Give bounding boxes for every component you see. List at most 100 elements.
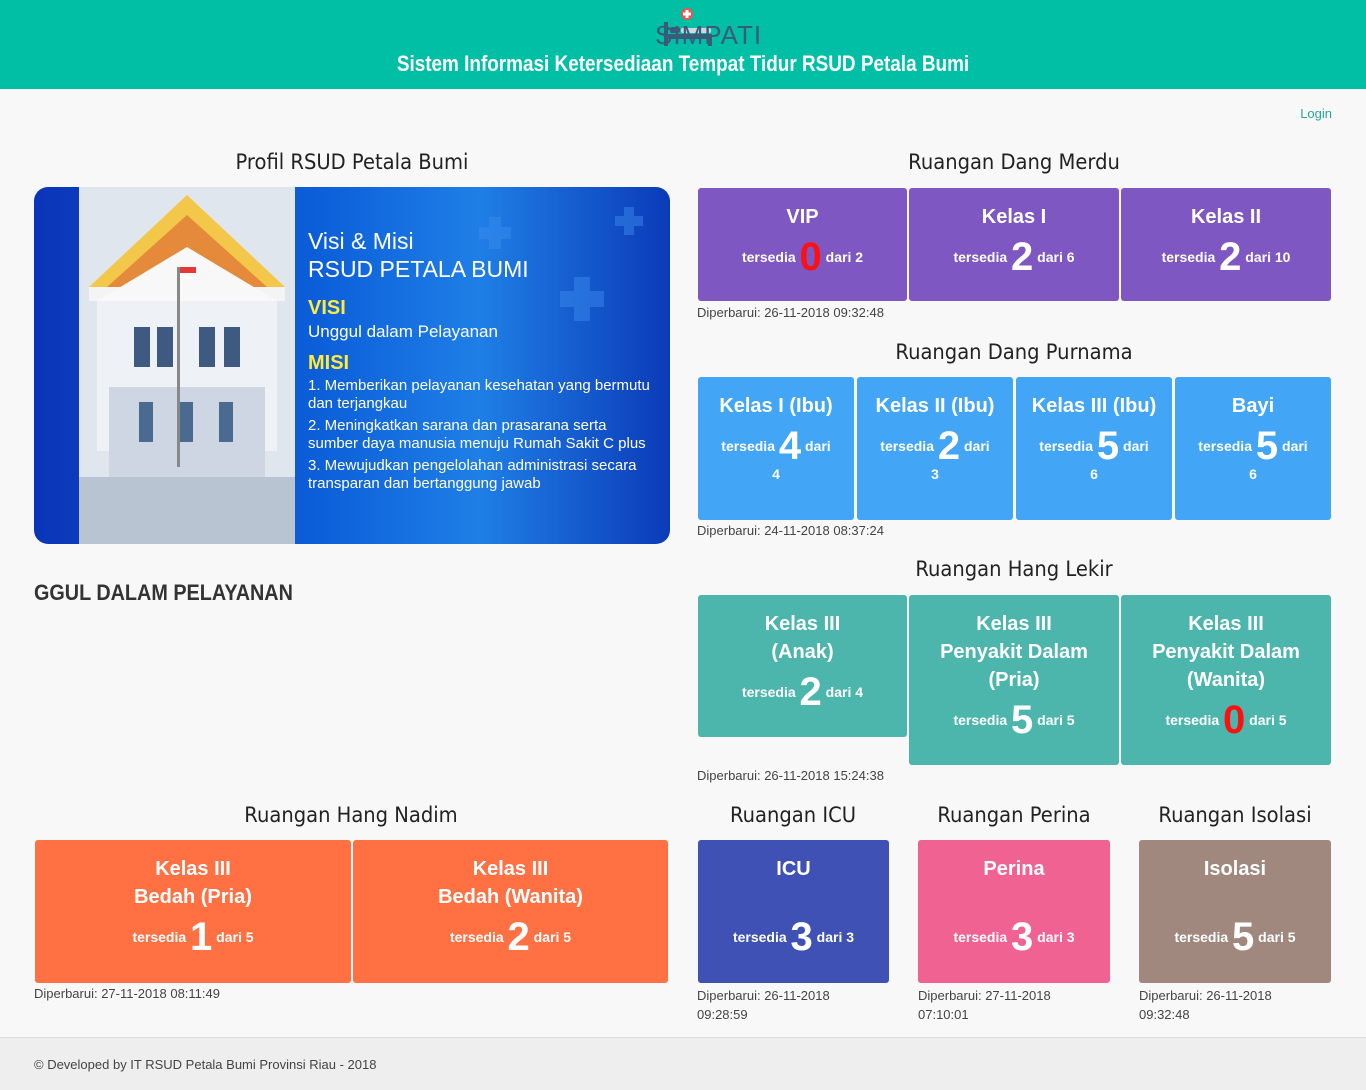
available-count: 5: [1255, 424, 1279, 468]
availability: tersedia 2 dari 4: [698, 672, 907, 712]
section-title-hang-nadim: Ruangan Hang Nadim: [244, 803, 458, 827]
visi-text: Unggul dalam Pelayanan: [308, 322, 498, 341]
availability: tersedia 5 dari 5: [909, 700, 1119, 740]
updated-timestamp: Diperbarui: 27-11-2018 07:10:01: [918, 986, 1051, 1024]
room-card: ICU tersedia 3 dari 3: [698, 840, 889, 983]
room-name: Isolasi: [1203, 858, 1267, 880]
room-card: Kelas III Penyakit Dalam (Pria) tersedia …: [909, 595, 1119, 765]
room-card: Kelas II (Ibu) tersedia 2 dari 3: [857, 377, 1013, 520]
available-count: 2: [799, 670, 822, 714]
section-title-dang-merdu: Ruangan Dang Merdu: [908, 150, 1120, 174]
available-count: 2: [937, 424, 961, 468]
visi-misi-text: Visi & Misi RSUD PETALA BUMI VISI Unggul…: [308, 227, 658, 493]
room-name: Kelas III Penyakit Dalam (Wanita): [1152, 613, 1300, 691]
profile-banner-image: Visi & Misi RSUD PETALA BUMI VISI Unggul…: [34, 187, 670, 544]
updated-time: 09:28:59: [697, 1007, 748, 1022]
total-count: dari 5: [1245, 712, 1287, 728]
available-label: tersedia: [1165, 712, 1224, 728]
total-count: 6: [1249, 466, 1257, 483]
available-count: 5: [1232, 915, 1255, 959]
available-label: tersedia: [1174, 929, 1233, 945]
misi-item: 1. Memberikan pelayanan kesehatan yang b…: [308, 377, 650, 412]
total-count: dari 5: [1033, 712, 1075, 728]
availability: tersedia 0 dari 2: [698, 237, 907, 277]
room-name: Kelas I (Ibu): [719, 395, 833, 417]
available-count: 5: [1011, 698, 1034, 742]
room-name: Kelas III (Anak): [764, 613, 841, 663]
room-card: Kelas III (Anak) tersedia 2 dari 4: [698, 595, 907, 737]
availability: tersedia 0 dari 5: [1121, 700, 1331, 740]
updated-date: Diperbarui: 26-11-2018: [697, 988, 830, 1003]
room-name: Kelas I: [981, 206, 1047, 228]
availability: tersedia 3 dari 3: [918, 917, 1110, 957]
room-card: Bayi tersedia 5 dari 6: [1175, 377, 1331, 520]
room-name: Kelas III Bedah (Wanita): [438, 858, 583, 908]
of-label: dari: [801, 438, 831, 454]
availability: tersedia 2 dari: [857, 426, 1013, 466]
availability: tersedia 2 dari 10: [1121, 237, 1331, 277]
availability: tersedia 5 dari 5: [1139, 917, 1331, 957]
total-count: dari 6: [1033, 249, 1075, 265]
available-label: tersedia: [880, 438, 938, 454]
room-name: Kelas III Penyakit Dalam (Pria): [940, 613, 1088, 691]
total-count: dari 5: [1254, 929, 1296, 945]
room-name: Kelas III (Ibu): [1031, 395, 1157, 417]
updated-date: Diperbarui: 27-11-2018: [918, 988, 1051, 1003]
availability: tersedia 2 dari 5: [353, 917, 668, 957]
updated-timestamp: Diperbarui: 26-11-2018 09:28:59: [697, 986, 830, 1024]
misi-list: 1. Memberikan pelayanan kesehatan yang b…: [308, 377, 658, 493]
total-count: 3: [931, 466, 939, 483]
visi-misi-heading: Visi & Misi: [308, 228, 414, 254]
available-label: tersedia: [953, 249, 1012, 265]
availability: tersedia 5 dari: [1016, 426, 1172, 466]
misi-item: 3. Mewujudkan pengelolahan administrasi …: [308, 457, 637, 492]
updated-timestamp: Diperbarui: 26-11-2018 15:24:38: [697, 768, 884, 783]
app-title: Sistem Informasi Ketersediaan Tempat Tid…: [396, 51, 970, 76]
availability: tersedia 3 dari 3: [698, 917, 889, 957]
visi-label: VISI: [308, 297, 346, 319]
availability: tersedia 1 dari 5: [35, 917, 351, 957]
available-label: tersedia: [732, 929, 791, 945]
available-label: tersedia: [1039, 438, 1097, 454]
room-name: Kelas II (Ibu): [875, 395, 995, 417]
total-count: dari 3: [812, 929, 855, 945]
room-card: Kelas I (Ibu) tersedia 4 dari 4: [698, 377, 854, 520]
of-label: dari: [960, 438, 990, 454]
available-label: tersedia: [449, 929, 508, 945]
room-card: Kelas III (Ibu) tersedia 5 dari 6: [1016, 377, 1172, 520]
app-header: SIMPATI Sistem Informasi Ketersediaan Te…: [0, 0, 1366, 89]
room-card: Kelas III Penyakit Dalam (Wanita) tersedi…: [1121, 595, 1331, 765]
updated-timestamp: Diperbarui: 27-11-2018 08:11:49: [34, 986, 220, 1001]
hospital-name-heading: RSUD PETALA BUMI: [308, 256, 529, 282]
footer-credit: © Developed by IT RSUD Petala Bumi Provi…: [34, 1057, 377, 1072]
login-link[interactable]: Login: [1300, 106, 1332, 121]
profile-title: Profil RSUD Petala Bumi: [235, 150, 469, 174]
available-label: tersedia: [132, 929, 191, 945]
available-count: 2: [1219, 235, 1242, 279]
available-label: tersedia: [1161, 249, 1220, 265]
room-card: Kelas III Bedah (Pria) tersedia 1 dari 5: [35, 840, 351, 983]
available-count: 0: [799, 235, 822, 279]
of-label: dari: [1119, 438, 1149, 454]
total-count: dari 2: [821, 249, 864, 265]
room-card: Kelas III Bedah (Wanita) tersedia 2 dari …: [353, 840, 668, 983]
available-label: tersedia: [953, 929, 1012, 945]
room-name: Kelas II: [1190, 206, 1262, 228]
simpati-logo[interactable]: SIMPATI: [603, 8, 773, 50]
available-label: tersedia: [741, 249, 800, 265]
section-title-dang-purnama: Ruangan Dang Purnama: [895, 340, 1133, 364]
section-title-hang-lekir: Ruangan Hang Lekir: [915, 557, 1113, 581]
section-title-icu: Ruangan ICU: [729, 803, 857, 827]
updated-time: 07:10:01: [918, 1007, 969, 1022]
availability: tersedia 4 dari: [698, 426, 854, 466]
logo-text: SIMPATI: [655, 20, 763, 50]
total-count: 6: [1090, 466, 1098, 483]
room-name: VIP: [786, 206, 819, 228]
total-count: dari 3: [1033, 929, 1075, 945]
total-count: dari 5: [529, 929, 572, 945]
available-count: 2: [1011, 235, 1034, 279]
total-count: 4: [772, 466, 780, 483]
updated-time: 09:32:48: [1139, 1007, 1190, 1022]
updated-date: Diperbarui: 26-11-2018: [1139, 988, 1272, 1003]
room-name: Kelas III Bedah (Pria): [134, 858, 252, 908]
